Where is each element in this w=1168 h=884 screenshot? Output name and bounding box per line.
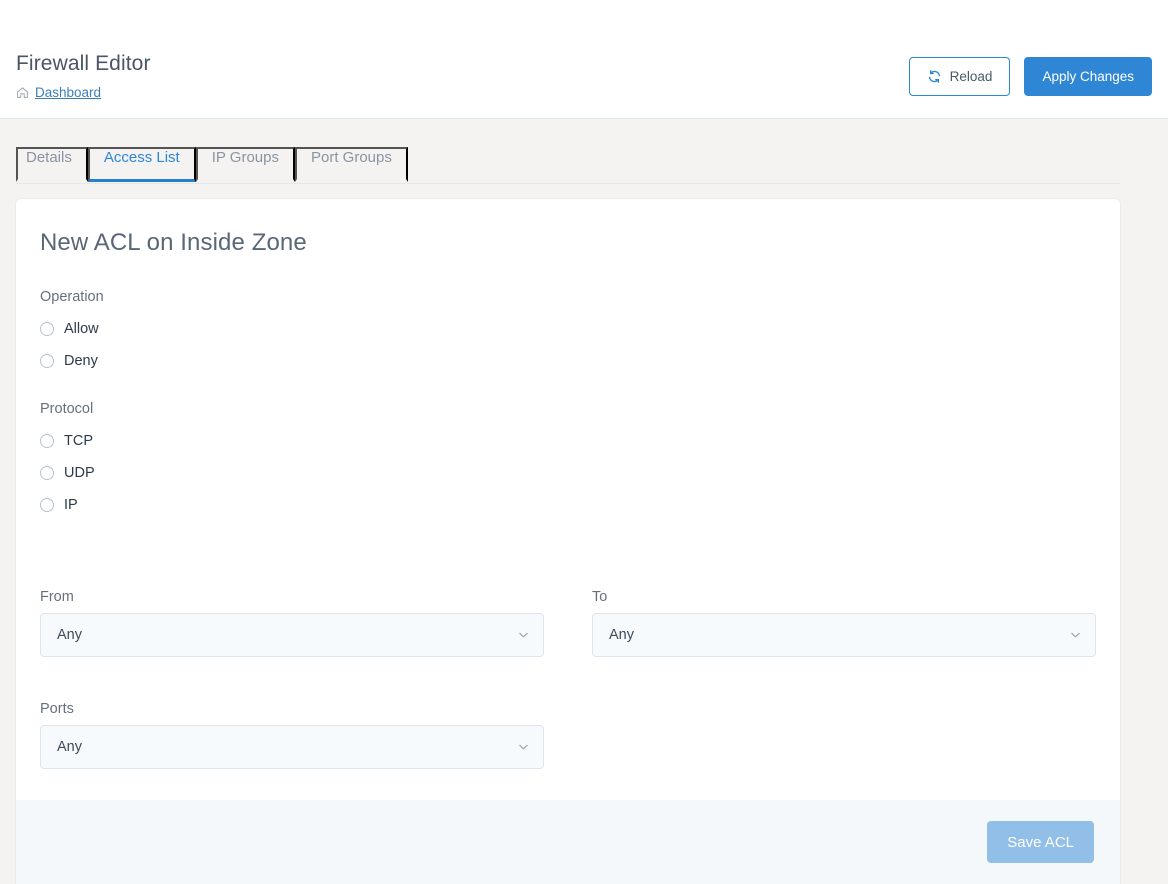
from-select[interactable]: Any [40,613,544,657]
card-footer: Save ACL [16,800,1120,884]
header-actions: Reload Apply Changes [908,57,1152,96]
tab-bar: Details Access List IP Groups Port Groups [0,119,1168,185]
apply-changes-button[interactable]: Apply Changes [1024,57,1152,96]
ports-right-spacer [592,701,1096,769]
radio-circle-icon[interactable] [40,434,54,448]
from-select-value: Any [57,627,82,643]
ports-row: Ports Any [40,701,1096,769]
save-acl-button[interactable]: Save ACL [987,821,1094,863]
tab-bar-divider [16,183,1120,184]
protocol-radio-group: TCP UDP IP [40,425,1096,521]
radio-circle-icon[interactable] [40,466,54,480]
tab-port-groups[interactable]: Port Groups [294,147,408,182]
radio-circle-icon[interactable] [40,354,54,368]
from-field: From Any [40,589,544,657]
ports-select[interactable]: Any [40,725,544,769]
tab-list: Details Access List IP Groups Port Groups [16,147,408,182]
radio-ip[interactable]: IP [40,489,1096,521]
from-to-row: From Any To Any [40,589,1096,657]
radio-deny[interactable]: Deny [40,345,1096,377]
save-acl-label: Save ACL [1007,833,1074,851]
radio-label: IP [64,497,78,513]
radio-label: TCP [64,433,93,449]
to-select[interactable]: Any [592,613,1096,657]
operation-radio-group: Allow Deny [40,313,1096,377]
acl-form-card: New ACL on Inside Zone Operation Allow De… [16,199,1120,884]
apply-changes-label: Apply Changes [1042,69,1134,84]
to-label: To [592,589,608,605]
form-title: New ACL on Inside Zone [40,229,307,256]
operation-label: Operation [40,289,104,305]
tab-access-list[interactable]: Access List [87,147,196,182]
tab-details[interactable]: Details [16,147,88,182]
radio-udp[interactable]: UDP [40,457,1096,489]
page-title: Firewall Editor [16,52,151,75]
ports-select-value: Any [57,739,82,755]
app-header: Firewall Editor Dashboard Reload Apply C… [0,0,1168,119]
from-label: From [40,589,74,605]
to-select-value: Any [609,627,634,643]
protocol-label: Protocol [40,401,94,417]
ports-label: Ports [40,701,74,717]
reload-button-label: Reload [949,69,993,84]
radio-allow[interactable]: Allow [40,313,1096,345]
home-icon [16,86,29,99]
radio-circle-icon[interactable] [40,498,54,512]
ports-field: Ports Any [40,701,544,769]
radio-circle-icon[interactable] [40,322,54,336]
acl-form-body: New ACL on Inside Zone Operation Allow De… [16,199,1120,769]
to-field: To Any [592,589,1096,657]
tab-ip-groups[interactable]: IP Groups [195,147,295,182]
radio-label: UDP [64,465,95,481]
radio-tcp[interactable]: TCP [40,425,1096,457]
breadcrumb: Dashboard [16,85,101,100]
breadcrumb-link-dashboard[interactable]: Dashboard [35,85,101,100]
reload-button[interactable]: Reload [908,57,1011,96]
radio-label: Deny [64,353,98,369]
sync-icon [927,69,942,84]
radio-label: Allow [64,321,99,337]
